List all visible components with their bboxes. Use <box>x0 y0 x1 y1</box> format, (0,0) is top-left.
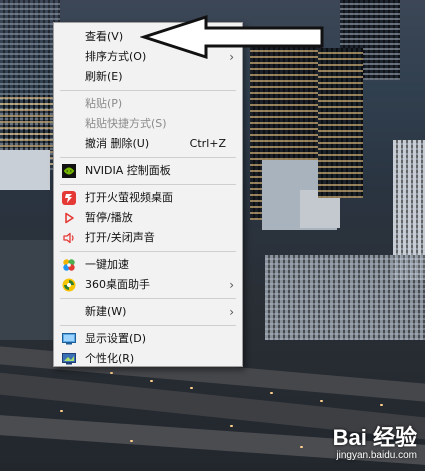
building <box>0 240 55 340</box>
car-light <box>60 410 63 412</box>
watermark-logo: Bai 经验 <box>332 425 417 450</box>
car-light <box>380 404 383 406</box>
desktop-context-menu: 查看(V) › 排序方式(O) › 刷新(E) 粘贴(P) 粘贴快捷方式(S) … <box>53 22 243 367</box>
menu-separator <box>60 184 236 185</box>
menu-item-display-settings[interactable]: 显示设置(D) <box>54 329 242 349</box>
menu-item-label: 查看(V) <box>85 30 124 43</box>
baidu-jingyan-watermark: Bai 经验 jingyan.baidu.com <box>333 420 417 461</box>
menu-item-label: 撤消 删除(U) <box>85 137 150 150</box>
menu-item-label: 粘贴快捷方式(S) <box>85 117 167 130</box>
watermark-url: jingyan.baidu.com <box>336 450 417 461</box>
menu-item-personalize[interactable]: 个性化(R) <box>54 349 242 369</box>
car-light <box>130 440 133 442</box>
personalize-icon <box>62 352 76 366</box>
building <box>265 255 425 340</box>
menu-item-label: 打开火萤视频桌面 <box>85 191 173 204</box>
menu-item-label: 排序方式(O) <box>85 50 147 63</box>
menu-separator <box>60 251 236 252</box>
menu-item-open-firefly-video-desktop[interactable]: 打开火萤视频桌面 <box>54 188 242 208</box>
menu-item-refresh[interactable]: 刷新(E) <box>54 67 242 87</box>
car-light <box>230 425 233 427</box>
speaker-icon <box>62 231 76 245</box>
menu-item-new[interactable]: 新建(W) › <box>54 302 242 322</box>
menu-item-label: NVIDIA 控制面板 <box>85 164 171 177</box>
menu-item-label: 个性化(R) <box>85 352 135 365</box>
shortcut-text: Ctrl+Z <box>189 137 226 150</box>
play-icon <box>62 211 76 225</box>
building <box>0 150 50 190</box>
menu-item-nvidia-control-panel[interactable]: NVIDIA 控制面板 <box>54 161 242 181</box>
speedup-clover-icon <box>62 258 76 272</box>
chevron-right-icon: › <box>229 305 234 319</box>
nvidia-icon <box>62 164 76 178</box>
menu-item-label: 暂停/播放 <box>85 211 133 224</box>
car-light <box>110 372 113 374</box>
display-icon <box>62 332 76 346</box>
menu-item-label: 一键加速 <box>85 258 129 271</box>
menu-item-label: 打开/关闭声音 <box>85 231 155 244</box>
annotation-arrow-icon <box>140 14 324 60</box>
car-light <box>300 446 303 448</box>
menu-item-label: 显示设置(D) <box>85 332 147 345</box>
menu-item-label: 新建(W) <box>85 305 127 318</box>
car-light <box>270 392 273 394</box>
building <box>318 48 363 198</box>
firefly-app-icon <box>62 191 76 205</box>
car-light <box>150 380 153 382</box>
menu-item-undo-delete[interactable]: 撤消 删除(U) Ctrl+Z <box>54 134 242 154</box>
menu-item-label: 刷新(E) <box>85 70 123 83</box>
chevron-right-icon: › <box>229 278 234 292</box>
car-light <box>190 387 193 389</box>
menu-item-label: 粘贴(P) <box>85 97 123 110</box>
menu-item-paste[interactable]: 粘贴(P) <box>54 94 242 114</box>
menu-item-toggle-sound[interactable]: 打开/关闭声音 <box>54 228 242 248</box>
360-assistant-icon <box>62 278 76 292</box>
menu-separator <box>60 157 236 158</box>
menu-separator <box>60 90 236 91</box>
menu-item-360-desktop-assistant[interactable]: 360桌面助手 › <box>54 275 242 295</box>
menu-item-one-click-speedup[interactable]: 一键加速 <box>54 255 242 275</box>
menu-item-label: 360桌面助手 <box>85 278 150 291</box>
menu-separator <box>60 298 236 299</box>
menu-separator <box>60 325 236 326</box>
car-light <box>320 400 323 402</box>
menu-item-paste-shortcut[interactable]: 粘贴快捷方式(S) <box>54 114 242 134</box>
menu-item-pause-play[interactable]: 暂停/播放 <box>54 208 242 228</box>
